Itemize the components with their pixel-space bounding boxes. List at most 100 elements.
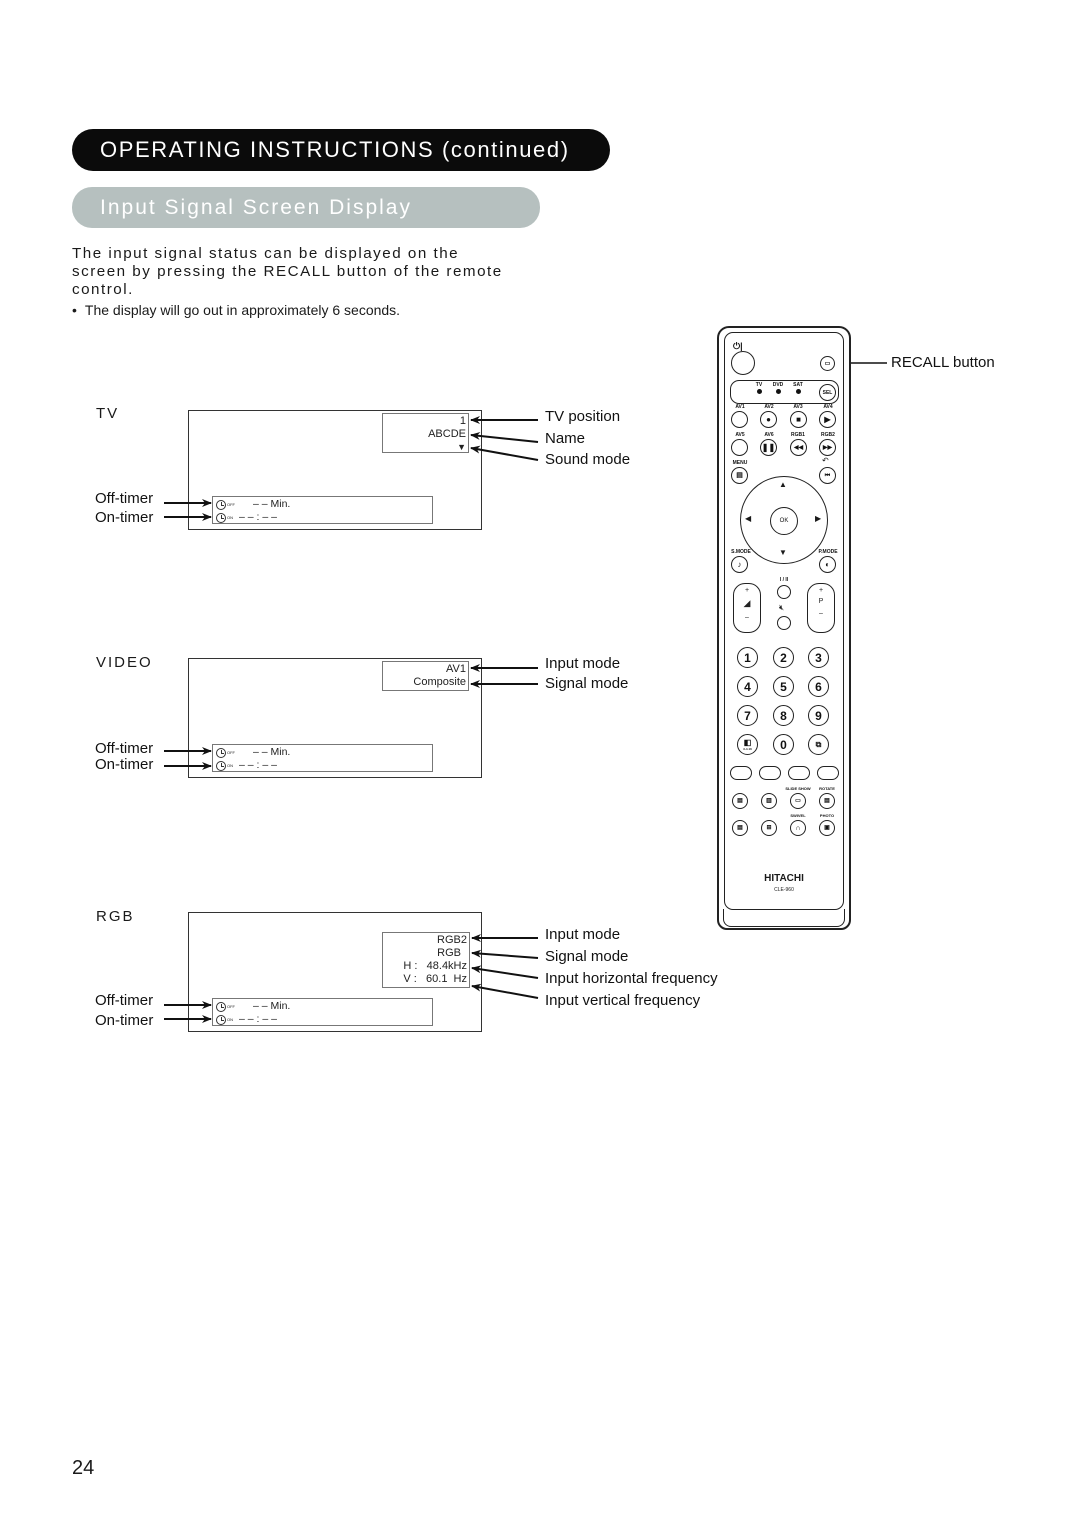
- label-slide-show: SLIDE SHOW: [785, 786, 811, 791]
- remote-control-foot: [723, 909, 845, 927]
- color-key-2[interactable]: [759, 766, 781, 780]
- left-arrow-button[interactable]: ◀: [745, 515, 751, 523]
- pip-button[interactable]: ⧉: [808, 734, 829, 755]
- rotate-button[interactable]: ▤: [819, 793, 835, 809]
- video-input-mode-value: AV1: [446, 663, 466, 675]
- dual-sound-button[interactable]: [777, 585, 791, 599]
- section-title: OPERATING INSTRUCTIONS (continued): [100, 137, 570, 162]
- volume-up-button[interactable]: +: [734, 587, 760, 594]
- power-button[interactable]: [731, 351, 755, 375]
- digit-5-button[interactable]: 5: [773, 676, 794, 697]
- on-tag: ON: [227, 763, 233, 768]
- channel-rocker[interactable]: + P –: [807, 583, 835, 633]
- aspect-icon: ◧: [743, 737, 752, 747]
- digit-9-button[interactable]: 9: [808, 705, 829, 726]
- subsection-title-banner: Input Signal Screen Display: [72, 187, 540, 228]
- dvd-indicator-icon: [776, 389, 781, 394]
- color-key-1[interactable]: [730, 766, 752, 780]
- size-icon: ⊞: [766, 825, 772, 831]
- av4-play-button[interactable]: ▶: [819, 411, 836, 428]
- sel-button[interactable]: SEL: [819, 384, 836, 401]
- skip-icon: ⏮: [824, 472, 831, 479]
- on-timer-clock-icon: [216, 760, 226, 771]
- stop-icon: ■: [796, 414, 801, 424]
- model-number: CLE-960: [774, 887, 794, 893]
- swivel-button[interactable]: ∩: [790, 820, 806, 836]
- sound-mode-icon: ▼: [457, 442, 466, 452]
- menu-button[interactable]: ▤: [731, 467, 748, 484]
- rgb-section-label: RGB: [96, 908, 135, 925]
- color-key-4[interactable]: [817, 766, 839, 780]
- off-tag: OFF: [227, 750, 235, 755]
- record-icon: ●: [766, 414, 771, 424]
- tv-off-timer-label: Off-timer: [95, 490, 154, 507]
- rgb-off-timer-value: – – Min.: [253, 1000, 291, 1012]
- label-av2: AV2: [764, 404, 774, 410]
- digit-4-button[interactable]: 4: [737, 676, 758, 697]
- mute-icon: 🔇︎: [779, 603, 785, 612]
- right-arrow-button[interactable]: ▶: [815, 515, 821, 523]
- av1-button[interactable]: [731, 411, 748, 428]
- return-button[interactable]: ⏮: [819, 467, 836, 484]
- volume-down-button[interactable]: –: [734, 614, 760, 621]
- page-number: 24: [72, 1457, 95, 1479]
- photo-button[interactable]: ▣: [819, 820, 835, 836]
- teletext-button-1[interactable]: ▤: [732, 793, 748, 809]
- picture-mode-button[interactable]: ◐: [819, 556, 836, 573]
- bullet-icon: •: [72, 302, 77, 318]
- callout-arrows: [164, 362, 887, 1023]
- swivel-icon: ∩: [795, 824, 801, 832]
- up-arrow-button[interactable]: ▲: [779, 481, 787, 489]
- ok-button[interactable]: OK: [770, 507, 798, 535]
- label-rgb1: RGB1: [791, 432, 805, 438]
- av5-button[interactable]: [731, 439, 748, 456]
- video-section-label: VIDEO: [96, 654, 153, 671]
- av2-record-button[interactable]: ●: [760, 411, 777, 428]
- channel-up-button[interactable]: +: [808, 587, 834, 594]
- digit-0-button[interactable]: 0: [773, 734, 794, 755]
- volume-icon: ◢: [743, 598, 751, 608]
- rgb-timer-box: OFF – – Min. ON – – : – –: [212, 998, 433, 1026]
- digit-3-button[interactable]: 3: [808, 647, 829, 668]
- rgb1-rewind-button[interactable]: ◀◀: [790, 439, 807, 456]
- on-timer-clock-icon: [216, 512, 226, 523]
- intro-paragraph: The input signal status can be displayed…: [72, 245, 503, 298]
- tv-info-box: 1 ABCDE ▼: [382, 413, 469, 453]
- teletext-button-2[interactable]: ▥: [761, 793, 777, 809]
- contrast-icon: ◐: [825, 559, 830, 569]
- callout-tv-position: TV position: [545, 408, 621, 425]
- slide-show-button[interactable]: ▭: [790, 793, 806, 809]
- sound-mode-button[interactable]: ♪: [731, 556, 748, 573]
- volume-rocker[interactable]: + ◢ –: [733, 583, 761, 633]
- color-key-3[interactable]: [788, 766, 810, 780]
- note-text: The display will go out in approximately…: [84, 302, 401, 318]
- intro-note: • The display will go out in approximatel…: [72, 302, 400, 318]
- digit-2-button[interactable]: 2: [773, 647, 794, 668]
- digit-7-button[interactable]: 7: [737, 705, 758, 726]
- subtitle-icon: ▤: [737, 825, 743, 831]
- label-rotate: ROTATE: [819, 786, 835, 791]
- rgb2-fast-forward-button[interactable]: ▶▶: [819, 439, 836, 456]
- rgb-on-timer-value: – – : – –: [239, 1013, 277, 1025]
- on-tag: ON: [227, 1017, 233, 1022]
- callout-rgb-signal-mode: Signal mode: [545, 948, 629, 965]
- video-timer-box: OFF – – Min. ON – – : – –: [212, 744, 433, 772]
- aspect-button[interactable]: ◧ 3-4-16: [737, 734, 758, 755]
- mute-button[interactable]: [777, 616, 791, 630]
- av6-pause-button[interactable]: ❚❚: [760, 439, 777, 456]
- rgb-off-timer-label: Off-timer: [95, 992, 154, 1009]
- pip-icon: ⧉: [815, 739, 822, 749]
- teletext-button-3[interactable]: ▤: [732, 820, 748, 836]
- rgb-h-frequency-value: H : 48.4kHz: [403, 960, 467, 972]
- av3-stop-button[interactable]: ■: [790, 411, 807, 428]
- digit-8-button[interactable]: 8: [773, 705, 794, 726]
- down-arrow-button[interactable]: ▼: [779, 549, 787, 557]
- digit-1-button[interactable]: 1: [737, 647, 758, 668]
- channel-down-button[interactable]: –: [808, 610, 834, 617]
- callout-h-frequency: Input horizontal frequency: [545, 970, 718, 987]
- source-label-sat: SAT: [793, 382, 803, 388]
- teletext-button-4[interactable]: ⊞: [761, 820, 777, 836]
- digit-6-button[interactable]: 6: [808, 676, 829, 697]
- label-av4: AV4: [823, 404, 833, 410]
- recall-button[interactable]: ▭: [820, 356, 835, 371]
